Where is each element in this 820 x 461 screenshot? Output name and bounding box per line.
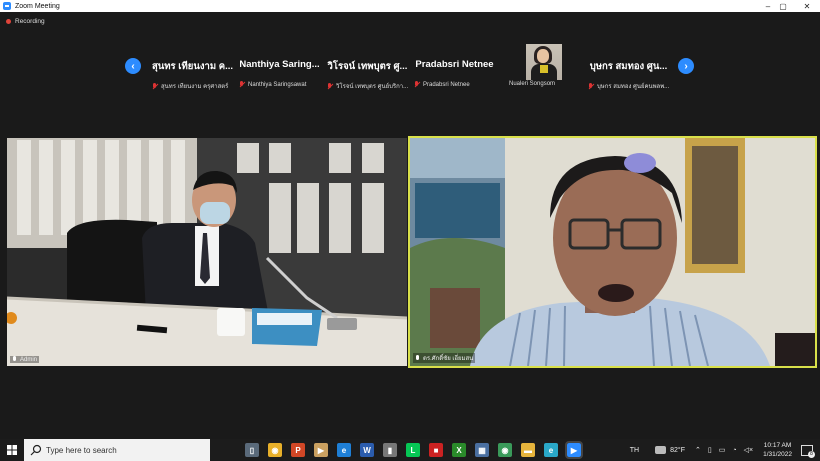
- participant-caption: Nanthiya Saringsawat: [239, 81, 306, 88]
- gallery-prev-button[interactable]: ‹: [125, 58, 141, 74]
- search-placeholder: Type here to search: [46, 445, 117, 455]
- pinned-apps: ▯ ◉ P ▶ e W ▮ L ■ X ▦ ◉ ▬ e ▶: [210, 441, 583, 459]
- participant-thumbnail[interactable]: Pradabsri Netnee Pradabsri Netnee: [412, 41, 497, 91]
- battery-icon[interactable]: ▭: [719, 446, 726, 454]
- mic-muted-icon: [588, 82, 594, 90]
- mic-icon: [415, 354, 420, 362]
- participant-caption: บุษกร สมทอง ศูนย์คนพลพ...: [588, 81, 669, 91]
- system-clock[interactable]: 10:17 AM 1/31/2022: [763, 441, 792, 459]
- video-tile-admin[interactable]: Admin: [7, 138, 407, 366]
- mic-muted-icon: [327, 82, 333, 90]
- participant-name-label: Pradabsri Netnee: [423, 81, 470, 88]
- video-caption: Admin: [10, 356, 40, 363]
- participant-video: [526, 44, 562, 80]
- participant-name-label: สุนทร เทียนงาม ครุศาสตร์: [161, 84, 229, 90]
- clock-date: 1/31/2022: [763, 451, 792, 458]
- participant-thumbnail[interactable]: Nanthiya Saring... Nanthiya Saringsawat: [237, 41, 322, 91]
- participant-thumbnail[interactable]: วิโรจน์ เทพบุตร ศู... วิโรจน์ เทพบุตร ศู…: [325, 41, 410, 91]
- speaker-video: [410, 138, 815, 366]
- close-button[interactable]: ✕: [794, 0, 820, 12]
- mic-icon: [12, 356, 17, 363]
- zoom-icon[interactable]: ▶: [565, 441, 583, 459]
- line-icon[interactable]: L: [406, 443, 420, 457]
- weather-icon[interactable]: [655, 446, 667, 454]
- participant-thumbnail[interactable]: สุนทร เทียนงาม ค... สุนทร เทียนงาม ครุศา…: [150, 41, 235, 91]
- participant-name-label: Nualeri Songsom: [509, 81, 556, 87]
- windows-logo-icon: [7, 445, 17, 455]
- recording-indicator[interactable]: Recording: [6, 18, 45, 25]
- phone-app-icon[interactable]: ▯: [245, 443, 259, 457]
- input-language[interactable]: TH: [630, 447, 639, 454]
- video-participant-name: ดร.ศักดิ์ชัย เอี่ยมสน: [423, 356, 474, 362]
- recording-label: Recording: [15, 18, 45, 25]
- recording-dot-icon: [6, 19, 11, 24]
- start-button[interactable]: [0, 439, 24, 461]
- usb-icon[interactable]: ▮: [383, 443, 397, 457]
- participant-display-name: Nanthiya Saring...: [239, 59, 320, 70]
- clock-time: 10:17 AM: [763, 442, 792, 449]
- mic-muted-icon: [152, 82, 158, 90]
- notification-badge: 8: [808, 451, 815, 458]
- edge-new-icon[interactable]: e: [544, 443, 558, 457]
- maximize-button[interactable]: ▢: [770, 0, 796, 12]
- video-tile-active-speaker[interactable]: ดร.ศักดิ์ชัย เอี่ยมสน: [408, 136, 817, 368]
- participant-name-label: Nanthiya Saringsawat: [248, 81, 307, 88]
- participant-thumbnail[interactable]: Nualeri Songsom: [499, 41, 584, 91]
- video-caption: ดร.ศักดิ์ชัย เอี่ยมสน: [413, 353, 476, 363]
- file-explorer-icon[interactable]: ▬: [521, 443, 535, 457]
- taskbar-search-input[interactable]: Type here to search: [24, 439, 210, 461]
- zoom-logo-icon: [3, 2, 11, 10]
- participant-caption: วิโรจน์ เทพบุตร ศูนย์บริกา...: [327, 81, 408, 91]
- participant-caption: Pradabsri Netnee: [414, 81, 470, 88]
- participant-caption: Nualeri Songsom: [509, 81, 555, 87]
- participant-caption: สุนทร เทียนงาม ครุศาสตร์: [152, 81, 228, 91]
- participant-display-name: วิโรจน์ เทพบุตร ศู...: [327, 61, 408, 72]
- edge-icon[interactable]: e: [337, 443, 351, 457]
- network-icon[interactable]: ◔: [732, 447, 736, 454]
- chrome-icon[interactable]: ◉: [268, 443, 282, 457]
- participant-name-label: วิโรจน์ เทพบุตร ศูนย์บริกา...: [336, 84, 409, 90]
- mic-muted-icon: [414, 81, 420, 88]
- window-titlebar: Zoom Meeting – ▢ ✕: [0, 0, 820, 12]
- xbox-icon[interactable]: X: [452, 443, 466, 457]
- chevron-up-icon[interactable]: ⌃: [695, 446, 701, 454]
- volume-icon[interactable]: ◁×: [744, 446, 753, 454]
- video-participant-name: Admin: [20, 356, 38, 363]
- participant-display-name: Pradabsri Netnee: [415, 59, 494, 70]
- participant-display-name: บุษกร สมทอง ศูน...: [589, 61, 668, 72]
- window-title: Zoom Meeting: [15, 2, 60, 10]
- windows-taskbar: Type here to search ▯ ◉ P ▶ e W ▮ L ■ X ▦ ◉ ▬ e ▶ TH 8…: [0, 439, 820, 461]
- powerpoint-icon[interactable]: P: [291, 443, 305, 457]
- pen-icon[interactable]: ▯: [708, 446, 712, 454]
- mic-muted-icon: [239, 81, 245, 88]
- participant-name-label: บุษกร สมทอง ศูนย์คนพลพ...: [597, 84, 670, 90]
- participant-thumbnail[interactable]: บุษกร สมทอง ศูน... บุษกร สมทอง ศูนย์คนพล…: [586, 41, 671, 91]
- calculator-icon[interactable]: ▦: [475, 443, 489, 457]
- weather-temperature[interactable]: 82°F: [670, 447, 685, 454]
- notification-center-button[interactable]: 8: [800, 443, 815, 458]
- video-app-icon[interactable]: ▶: [314, 443, 328, 457]
- word-icon[interactable]: W: [360, 443, 374, 457]
- participant-display-name: สุนทร เทียนงาม ค...: [151, 61, 233, 72]
- search-icon: [30, 444, 42, 456]
- conference-room-video: [7, 138, 407, 366]
- red-app-icon[interactable]: ■: [429, 443, 443, 457]
- chrome-user-icon[interactable]: ◉: [498, 443, 512, 457]
- gallery-next-button[interactable]: ›: [678, 58, 694, 74]
- system-tray: TH 82°F ⌃ ▯ ▭ ◔ ◁× 10:17 AM 1/31/2022 8: [630, 439, 820, 461]
